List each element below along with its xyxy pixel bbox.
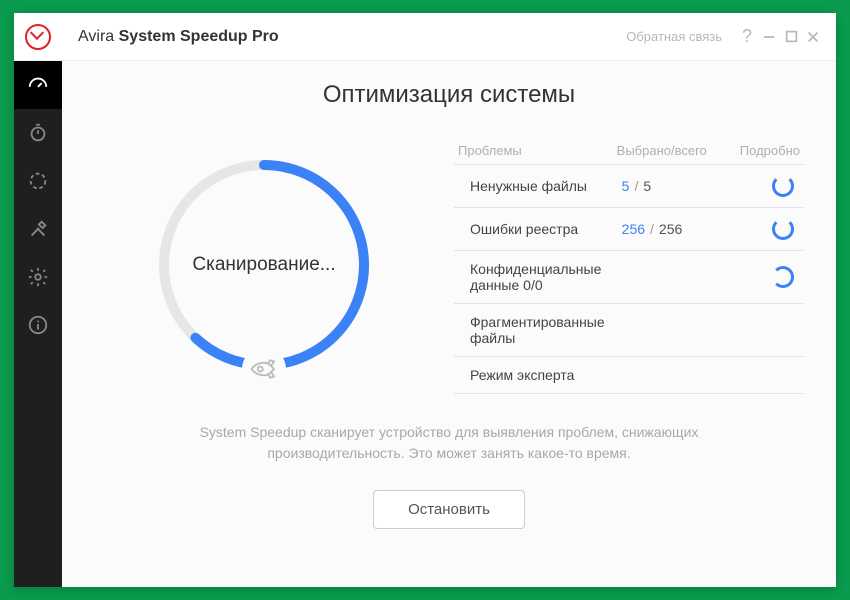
row-label: Режим эксперта [458, 367, 622, 383]
sidebar-item-dashboard[interactable] [14, 61, 62, 109]
header-problems: Проблемы [458, 143, 617, 158]
row-label: Конфиденциальные данные 0/0 [458, 261, 622, 293]
table-header: Проблемы Выбрано/всего Подробно [454, 137, 804, 165]
scan-icon [27, 170, 49, 192]
speedometer-icon [27, 74, 49, 96]
header-selected: Выбрано/всего [617, 143, 730, 158]
row-spinner [730, 175, 800, 197]
row-spinner [730, 266, 800, 288]
product-name: System Speedup Pro [119, 28, 279, 45]
table-row[interactable]: Ненужные файлы5/5 [454, 165, 804, 208]
tools-icon [27, 218, 49, 240]
feedback-link[interactable]: Обратная связь [626, 29, 722, 44]
stopwatch-icon [27, 122, 49, 144]
progress-ring: Сканирование... [144, 145, 384, 385]
help-button[interactable]: ? [736, 26, 758, 48]
sidebar-item-settings[interactable] [14, 253, 62, 301]
row-counts: 5/5 [622, 178, 730, 194]
row-label: Ошибки реестра [458, 221, 622, 237]
content-area: Оптимизация системы Сканирование... [62, 61, 836, 587]
table-row[interactable]: Ошибки реестра256/256 [454, 208, 804, 251]
header-details: Подробно [730, 143, 800, 158]
close-button[interactable] [802, 26, 824, 48]
gauge-icon [25, 24, 51, 50]
scan-description: System Speedup сканирует устройство для … [94, 422, 804, 464]
stop-button[interactable]: Остановить [373, 490, 525, 529]
results-table: Проблемы Выбрано/всего Подробно Ненужные… [454, 133, 804, 394]
app-logo [14, 13, 62, 61]
row-counts: 256/256 [622, 221, 730, 237]
spinner-icon [772, 175, 794, 197]
page-title: Оптимизация системы [94, 81, 804, 109]
minimize-button[interactable] [758, 26, 780, 48]
maximize-button[interactable] [780, 26, 802, 48]
app-title: Avira System Speedup Pro [78, 28, 279, 46]
info-icon [27, 314, 49, 336]
sidebar-item-info[interactable] [14, 301, 62, 349]
sidebar [14, 61, 62, 587]
table-row[interactable]: Фрагментированные файлы [454, 304, 804, 357]
row-label: Фрагментированные файлы [458, 314, 622, 346]
sidebar-item-scan[interactable] [14, 157, 62, 205]
row-label: Ненужные файлы [458, 178, 622, 194]
titlebar: Avira System Speedup Pro Обратная связь … [14, 13, 836, 61]
rocket-icon [242, 347, 286, 391]
table-row[interactable]: Конфиденциальные данные 0/0 [454, 251, 804, 304]
gear-icon [27, 266, 49, 288]
sidebar-item-tools[interactable] [14, 205, 62, 253]
table-row[interactable]: Режим эксперта [454, 357, 804, 394]
scan-progress-column: Сканирование... [94, 133, 434, 394]
sidebar-item-timer[interactable] [14, 109, 62, 157]
spinner-icon [772, 266, 794, 288]
app-window: Avira System Speedup Pro Обратная связь … [14, 13, 836, 587]
spinner-icon [772, 218, 794, 240]
brand-name: Avira [78, 28, 114, 45]
row-spinner [730, 218, 800, 240]
